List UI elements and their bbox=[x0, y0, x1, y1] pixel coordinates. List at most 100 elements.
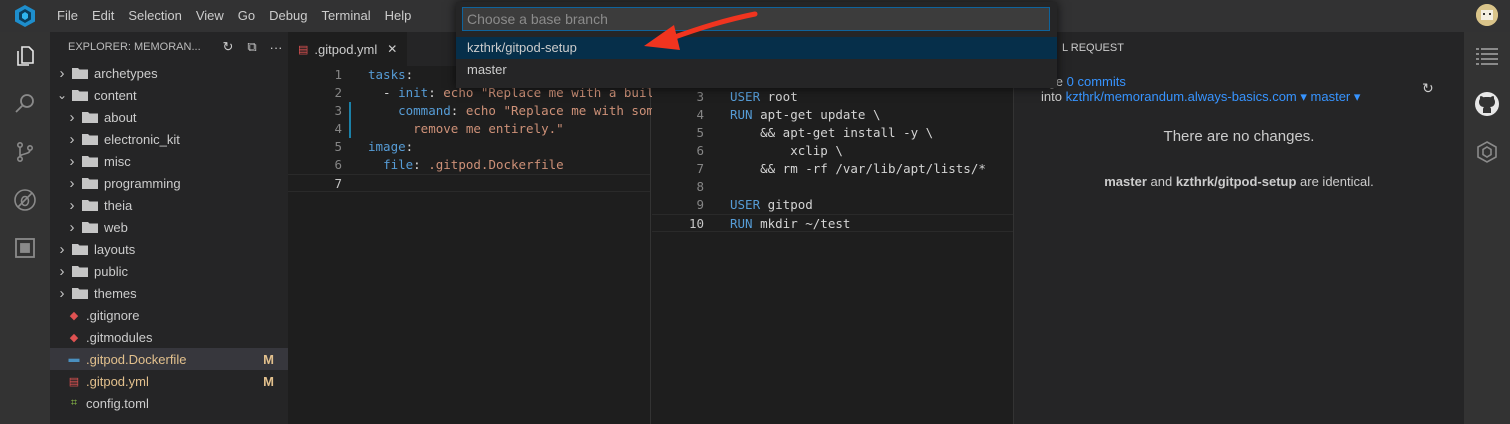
code-line: 8 bbox=[652, 178, 1013, 196]
tree-item[interactable]: › electronic_kit bbox=[50, 128, 288, 150]
line-number: 8 bbox=[696, 179, 704, 194]
tree-item-label: about bbox=[104, 109, 137, 125]
line-number: 3 bbox=[334, 103, 342, 118]
tree-item[interactable]: › archetypes bbox=[50, 62, 288, 84]
code-token: .gitpod.Dockerfile bbox=[428, 157, 564, 172]
tree-item[interactable]: ◆ .gitmodules bbox=[50, 326, 288, 348]
chevron-right-icon[interactable]: › bbox=[66, 219, 78, 236]
chevron-right-icon[interactable]: › bbox=[56, 241, 68, 258]
code-token: : bbox=[405, 67, 414, 82]
tree-item[interactable]: › theia bbox=[50, 194, 288, 216]
code-token: RUN bbox=[730, 216, 753, 231]
line-number: 4 bbox=[334, 121, 342, 136]
source-control-icon[interactable] bbox=[0, 128, 50, 176]
tree-item[interactable]: › themes bbox=[50, 282, 288, 304]
refresh-icon[interactable]: ↻ bbox=[216, 39, 240, 55]
tree-item-label: web bbox=[104, 219, 128, 235]
debug-icon[interactable] bbox=[0, 176, 50, 224]
explorer-sidebar: EXPLORER: MEMORAN... ↻ ⧉ ··· › archetypes… bbox=[50, 32, 288, 424]
line-number: 1 bbox=[334, 67, 342, 82]
pull-request-panel: L REQUEST erge 0 commits into kzthrk/mem… bbox=[1014, 32, 1464, 424]
code-token: USER bbox=[730, 197, 761, 212]
menu-go[interactable]: Go bbox=[231, 0, 262, 32]
extensions-icon[interactable] bbox=[0, 224, 50, 272]
code-token: : bbox=[428, 85, 444, 100]
folder-icon bbox=[72, 90, 88, 101]
menu-view[interactable]: View bbox=[189, 0, 231, 32]
base-branch-dropdown[interactable]: master ▾ bbox=[1311, 89, 1361, 104]
chevron-right-icon[interactable]: › bbox=[66, 153, 78, 170]
code-token: && rm -rf /var/lib/apt/lists/* bbox=[730, 161, 986, 176]
code-line: 7 && rm -rf /var/lib/apt/lists/* bbox=[652, 160, 1013, 178]
line-number: 7 bbox=[696, 161, 704, 176]
chevron-right-icon[interactable]: › bbox=[66, 109, 78, 126]
code-text: USER root bbox=[730, 88, 798, 106]
into-label: into bbox=[1041, 89, 1066, 104]
gitpod-logo bbox=[0, 0, 50, 32]
tree-item[interactable]: › public bbox=[50, 260, 288, 282]
menu-file[interactable]: File bbox=[50, 0, 85, 32]
line-number: 6 bbox=[334, 157, 342, 172]
chevron-right-icon[interactable]: › bbox=[66, 131, 78, 148]
chevron-right-icon[interactable]: › bbox=[66, 197, 78, 214]
tree-item[interactable]: › misc bbox=[50, 150, 288, 172]
code-token: : bbox=[450, 103, 466, 118]
folder-icon bbox=[72, 244, 88, 255]
tab-gitpod-yml[interactable]: ▤ .gitpod.yml ✕ bbox=[288, 32, 408, 66]
tree-item-label: themes bbox=[94, 285, 137, 301]
branch-option[interactable]: master bbox=[456, 59, 1057, 81]
identical-message: master and kzthrk/gitpod-setup are ident… bbox=[1014, 174, 1464, 189]
tree-item-label: electronic_kit bbox=[104, 131, 180, 147]
tree-item-label: .gitpod.Dockerfile bbox=[86, 351, 187, 367]
explorer-header: EXPLORER: MEMORAN... ↻ ⧉ ··· bbox=[50, 32, 288, 62]
refresh-icon[interactable]: ↻ bbox=[1422, 80, 1434, 97]
menu-help[interactable]: Help bbox=[378, 0, 419, 32]
code-line: 9 USER gitpod bbox=[652, 196, 1013, 214]
tree-item[interactable]: › programming bbox=[50, 172, 288, 194]
folder-icon bbox=[82, 156, 98, 167]
tree-item[interactable]: ▤ .gitpod.yml M bbox=[50, 370, 288, 392]
tree-item[interactable]: ◆ .gitignore bbox=[50, 304, 288, 326]
tree-item-label: config.toml bbox=[86, 395, 149, 411]
tree-item[interactable]: › layouts bbox=[50, 238, 288, 260]
code-text: && apt-get install -y \ bbox=[730, 124, 933, 142]
code-text: RUN mkdir ~/test bbox=[730, 215, 850, 233]
collapse-all-icon[interactable]: ⧉ bbox=[240, 39, 264, 55]
chevron-right-icon[interactable]: › bbox=[66, 175, 78, 192]
user-avatar[interactable] bbox=[1476, 4, 1498, 26]
folder-icon bbox=[82, 112, 98, 123]
tree-item[interactable]: ▬ .gitpod.Dockerfile M bbox=[50, 348, 288, 370]
menu-debug[interactable]: Debug bbox=[262, 0, 314, 32]
outline-icon[interactable] bbox=[1464, 32, 1510, 80]
more-actions-icon[interactable]: ··· bbox=[264, 40, 288, 55]
chevron-down-icon[interactable]: ⌄ bbox=[56, 88, 68, 102]
code-token: file bbox=[383, 157, 414, 172]
gitpod-icon[interactable] bbox=[1464, 128, 1510, 176]
commits-link[interactable]: 0 commits bbox=[1067, 74, 1126, 89]
chevron-right-icon[interactable]: › bbox=[56, 285, 68, 302]
modified-gutter-marker bbox=[349, 102, 351, 138]
search-icon[interactable] bbox=[0, 80, 50, 128]
menu-selection[interactable]: Selection bbox=[121, 0, 188, 32]
tree-item[interactable]: ⌄ content bbox=[50, 84, 288, 106]
folder-icon bbox=[82, 134, 98, 145]
menu-terminal[interactable]: Terminal bbox=[314, 0, 377, 32]
files-icon[interactable] bbox=[0, 32, 50, 80]
right-activity-bar bbox=[1464, 32, 1510, 424]
line-number: 10 bbox=[688, 216, 704, 231]
github-icon[interactable] bbox=[1464, 80, 1510, 128]
tree-item[interactable]: › web bbox=[50, 216, 288, 238]
tree-item[interactable]: › about bbox=[50, 106, 288, 128]
code-token: : bbox=[413, 157, 429, 172]
tree-item-label: content bbox=[94, 87, 137, 103]
docker-icon: ▬ bbox=[68, 353, 80, 365]
close-icon[interactable]: ✕ bbox=[387, 42, 397, 56]
file-tree: › archetypes ⌄ content › about › electronic_kit… bbox=[50, 62, 288, 414]
menu-edit[interactable]: Edit bbox=[85, 0, 121, 32]
repo-link[interactable]: kzthrk/memorandum.always-basics.com ▾ bbox=[1066, 89, 1307, 104]
chevron-right-icon[interactable]: › bbox=[56, 263, 68, 280]
panel-title: L REQUEST bbox=[1062, 42, 1124, 54]
chevron-right-icon[interactable]: › bbox=[56, 65, 68, 82]
tree-item[interactable]: ⌗ config.toml bbox=[50, 392, 288, 414]
